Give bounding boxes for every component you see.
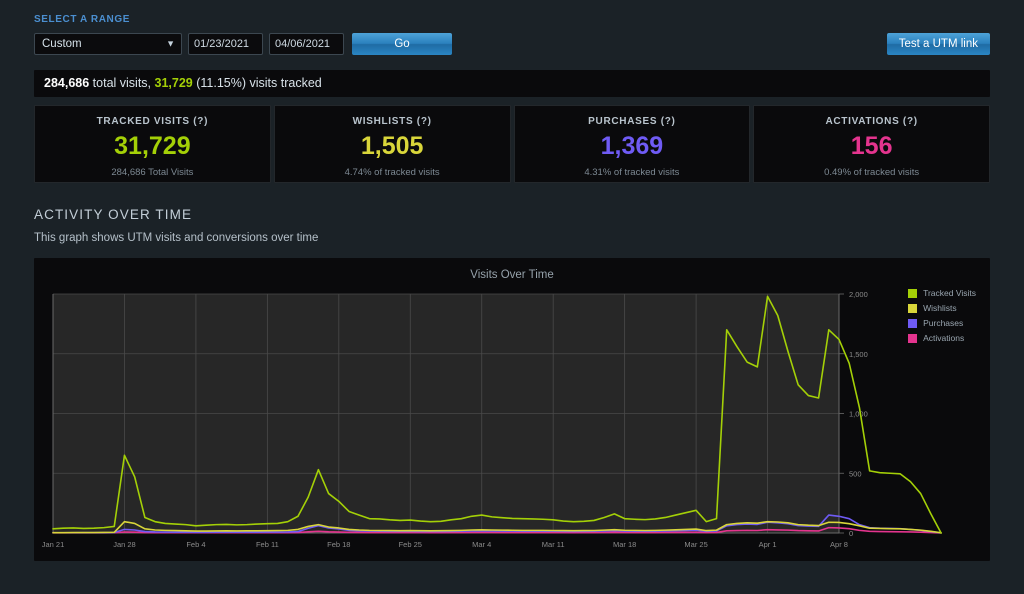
svg-text:Jan 21: Jan 21	[42, 540, 65, 549]
metric-card-value: 1,369	[515, 134, 750, 159]
summary-tracked-visits: 31,729	[155, 76, 193, 90]
page-root: SELECT A RANGE Custom ▼ Go Test a UTM li…	[0, 0, 1024, 561]
metric-card-wishlists[interactable]: WISHLISTS (?) 1,505 4.74% of tracked vis…	[274, 105, 511, 183]
metric-card-tracked-visits[interactable]: TRACKED VISITS (?) 31,729 284,686 Total …	[34, 105, 271, 183]
metric-card-subtext: 4.74% of tracked visits	[275, 167, 510, 178]
summary-bar: 284,686 total visits, 31,729 (11.15%) vi…	[34, 70, 990, 97]
chart-title: Visits Over Time	[34, 258, 990, 281]
metric-cards: TRACKED VISITS (?) 31,729 284,686 Total …	[34, 105, 990, 183]
svg-text:Feb 4: Feb 4	[186, 540, 205, 549]
svg-text:Apr 8: Apr 8	[830, 540, 848, 549]
metric-card-title: ACTIVATIONS (?)	[754, 116, 989, 127]
svg-text:0: 0	[849, 529, 853, 538]
svg-text:1,000: 1,000	[849, 410, 868, 419]
range-controls-row: Custom ▼ Go Test a UTM link	[34, 33, 990, 55]
svg-text:Feb 11: Feb 11	[256, 540, 279, 549]
summary-total-text: total visits,	[93, 76, 151, 90]
legend-label: Tracked Visits	[923, 288, 976, 298]
metric-card-activations[interactable]: ACTIVATIONS (?) 156 0.49% of tracked vis…	[753, 105, 990, 183]
legend-swatch-icon	[908, 289, 917, 298]
start-date-input[interactable]	[188, 33, 263, 55]
range-selector-label: SELECT A RANGE	[34, 0, 990, 25]
svg-text:1,500: 1,500	[849, 350, 868, 359]
svg-text:Mar 25: Mar 25	[684, 540, 707, 549]
svg-text:Mar 18: Mar 18	[613, 540, 636, 549]
go-button[interactable]: Go	[352, 33, 452, 55]
end-date-input[interactable]	[269, 33, 344, 55]
chart-panel: Visits Over Time Jan 21 Jan 28 Feb 4 Feb 11…	[34, 258, 990, 561]
range-select-wrapper: Custom ▼	[34, 33, 182, 55]
metric-card-subtext: 4.31% of tracked visits	[515, 167, 750, 178]
legend-item[interactable]: Purchases	[908, 318, 976, 328]
summary-tracked-text: (11.15%) visits tracked	[196, 76, 322, 90]
svg-text:Mar 4: Mar 4	[472, 540, 491, 549]
range-select[interactable]: Custom	[34, 33, 182, 55]
legend-swatch-icon	[908, 304, 917, 313]
metric-card-subtext: 0.49% of tracked visits	[754, 167, 989, 178]
svg-text:Jan 28: Jan 28	[113, 540, 136, 549]
metric-card-title: TRACKED VISITS (?)	[35, 116, 270, 127]
legend-swatch-icon	[908, 334, 917, 343]
summary-total-visits: 284,686	[44, 76, 89, 90]
legend-label: Wishlists	[923, 303, 957, 313]
activity-section-description: This graph shows UTM visits and conversi…	[34, 232, 990, 244]
metric-card-value: 31,729	[35, 134, 270, 159]
legend-label: Purchases	[923, 318, 963, 328]
legend-swatch-icon	[908, 319, 917, 328]
metric-card-subtext: 284,686 Total Visits	[35, 167, 270, 178]
legend-item[interactable]: Wishlists	[908, 303, 976, 313]
svg-text:Feb 25: Feb 25	[399, 540, 422, 549]
legend-item[interactable]: Activations	[908, 333, 976, 343]
legend-item[interactable]: Tracked Visits	[908, 288, 976, 298]
svg-text:Mar 11: Mar 11	[542, 540, 565, 549]
legend-label: Activations	[923, 333, 964, 343]
metric-card-title: WISHLISTS (?)	[275, 116, 510, 127]
metric-card-value: 156	[754, 134, 989, 159]
activity-section-heading: ACTIVITY OVER TIME	[34, 207, 990, 222]
metric-card-title: PURCHASES (?)	[515, 116, 750, 127]
svg-text:Apr 1: Apr 1	[759, 540, 777, 549]
test-utm-link-button[interactable]: Test a UTM link	[887, 33, 990, 55]
svg-text:2,000: 2,000	[849, 290, 868, 299]
chart-legend: Tracked Visits Wishlists Purchases Activati…	[908, 288, 976, 348]
svg-text:500: 500	[849, 469, 862, 478]
visits-over-time-chart: Jan 21 Jan 28 Feb 4 Feb 11 Feb 18 Feb 25 Mar 4…	[34, 281, 990, 551]
metric-card-purchases[interactable]: PURCHASES (?) 1,369 4.31% of tracked vis…	[514, 105, 751, 183]
metric-card-value: 1,505	[275, 134, 510, 159]
svg-text:Feb 18: Feb 18	[327, 540, 350, 549]
